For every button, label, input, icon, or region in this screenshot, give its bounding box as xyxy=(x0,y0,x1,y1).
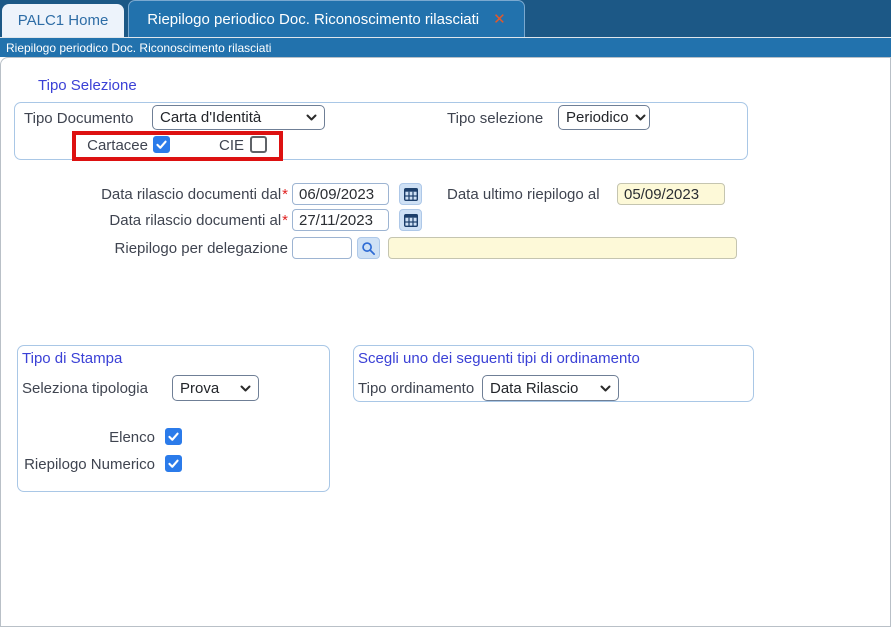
section-title-tipo-selezione: Tipo Selezione xyxy=(38,77,137,94)
search-icon[interactable] xyxy=(357,237,380,259)
data-rilascio-dal-input[interactable] xyxy=(292,183,389,205)
cie-checkbox[interactable] xyxy=(250,136,267,153)
data-rilascio-dal-label: Data rilascio documenti dal* xyxy=(101,186,288,203)
data-rilascio-al-input[interactable] xyxy=(292,209,389,231)
delegazione-description-field xyxy=(388,237,737,259)
riepilogo-numerico-label: Riepilogo Numerico xyxy=(24,456,155,473)
elenco-checkbox[interactable] xyxy=(165,428,182,445)
riepilogo-numerico-checkbox[interactable] xyxy=(165,455,182,472)
chevron-down-icon xyxy=(635,114,646,121)
tipo-selezione-value: Periodico xyxy=(566,109,629,126)
tipo-selezione-label: Tipo selezione xyxy=(447,110,544,127)
chevron-down-icon xyxy=(240,385,251,392)
calendar-icon[interactable] xyxy=(399,183,422,205)
data-ultimo-riepilogo-label: Data ultimo riepilogo al xyxy=(447,186,600,203)
tab-palc1-home-label: PALC1 Home xyxy=(17,12,109,29)
riepilogo-delegazione-label: Riepilogo per delegazione xyxy=(114,240,288,257)
tipo-documento-select[interactable]: Carta d'Identità xyxy=(152,105,325,130)
tab-bar: PALC1 Home Riepilogo periodico Doc. Rico… xyxy=(0,0,891,37)
cartacee-label: Cartacee xyxy=(87,137,148,154)
app-window: PALC1 Home Riepilogo periodico Doc. Rico… xyxy=(0,0,891,627)
data-rilascio-al-label: Data rilascio documenti al* xyxy=(109,212,288,229)
tab-riepilogo-label: Riepilogo periodico Doc. Riconoscimento … xyxy=(147,10,480,28)
chevron-down-icon xyxy=(306,114,317,121)
elenco-label: Elenco xyxy=(109,429,155,446)
tab-palc1-home[interactable]: PALC1 Home xyxy=(2,4,124,37)
tipo-documento-value: Carta d'Identità xyxy=(160,109,262,126)
required-asterisk: * xyxy=(282,186,288,203)
calendar-icon[interactable] xyxy=(399,209,422,231)
chevron-down-icon xyxy=(600,385,611,392)
tipo-ordinamento-value: Data Rilascio xyxy=(490,379,579,397)
required-asterisk: * xyxy=(282,212,288,229)
data-ultimo-riepilogo-field xyxy=(617,183,725,205)
seleziona-tipologia-value: Prova xyxy=(180,379,220,397)
seleziona-tipologia-select[interactable]: Prova xyxy=(172,375,259,401)
delegazione-code-input[interactable] xyxy=(292,237,352,259)
tipo-ordinamento-select[interactable]: Data Rilascio xyxy=(482,375,619,401)
tipo-selezione-select[interactable]: Periodico xyxy=(558,105,650,130)
cartacee-checkbox[interactable] xyxy=(153,136,170,153)
breadcrumb: Riepilogo periodico Doc. Riconoscimento … xyxy=(0,37,891,57)
tab-riepilogo-periodico[interactable]: Riepilogo periodico Doc. Riconoscimento … xyxy=(128,0,525,37)
tipo-ordinamento-label: Tipo ordinamento xyxy=(358,380,475,397)
seleziona-tipologia-label: Seleziona tipologia xyxy=(22,380,148,397)
close-tab-icon[interactable]: ✕ xyxy=(493,12,506,27)
tipo-di-stampa-legend: Tipo di Stampa xyxy=(22,350,123,367)
tipo-documento-label: Tipo Documento xyxy=(24,110,134,127)
breadcrumb-title: Riepilogo periodico Doc. Riconoscimento … xyxy=(6,40,272,55)
cie-label: CIE xyxy=(218,137,244,154)
ordinamento-legend: Scegli uno dei seguenti tipi di ordiname… xyxy=(358,350,640,367)
